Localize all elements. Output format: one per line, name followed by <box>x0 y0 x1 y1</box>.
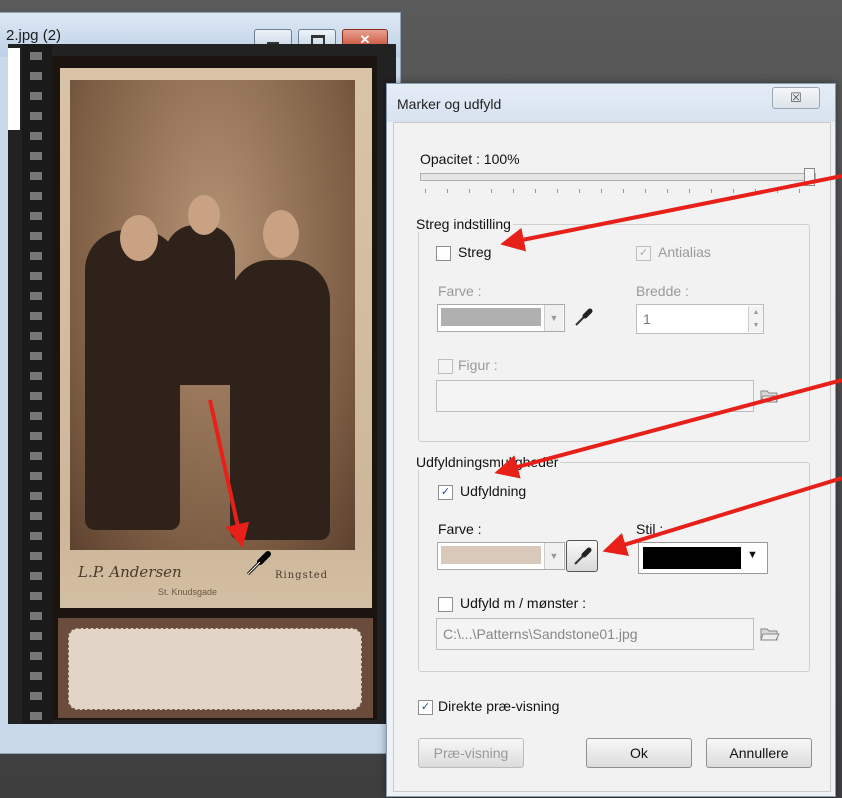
arrow-to-eyedropper <box>602 476 842 556</box>
annotation-arrows <box>208 174 842 556</box>
arrow-to-cursor <box>208 399 250 548</box>
arrow-to-fill <box>494 378 842 479</box>
arrow-to-stroke <box>500 174 842 252</box>
